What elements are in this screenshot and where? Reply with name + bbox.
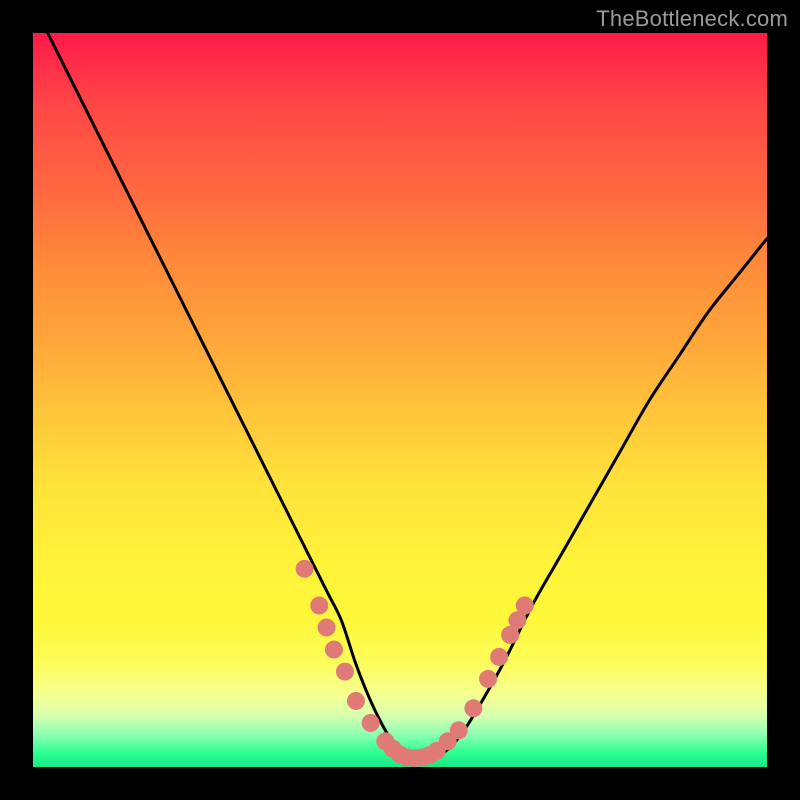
data-marker <box>516 597 534 615</box>
data-marker <box>464 699 482 717</box>
data-marker <box>450 721 468 739</box>
marker-group <box>296 560 534 767</box>
watermark-text: TheBottleneck.com <box>596 6 788 32</box>
data-marker <box>318 619 336 637</box>
data-marker <box>362 714 380 732</box>
data-marker <box>336 663 354 681</box>
data-marker <box>490 648 508 666</box>
data-marker <box>479 670 497 688</box>
data-marker <box>296 560 314 578</box>
data-marker <box>347 692 365 710</box>
data-marker <box>310 597 328 615</box>
curve-svg <box>33 33 767 767</box>
bottleneck-curve <box>48 33 767 761</box>
chart-frame: TheBottleneck.com <box>0 0 800 800</box>
data-marker <box>325 641 343 659</box>
plot-area <box>33 33 767 767</box>
